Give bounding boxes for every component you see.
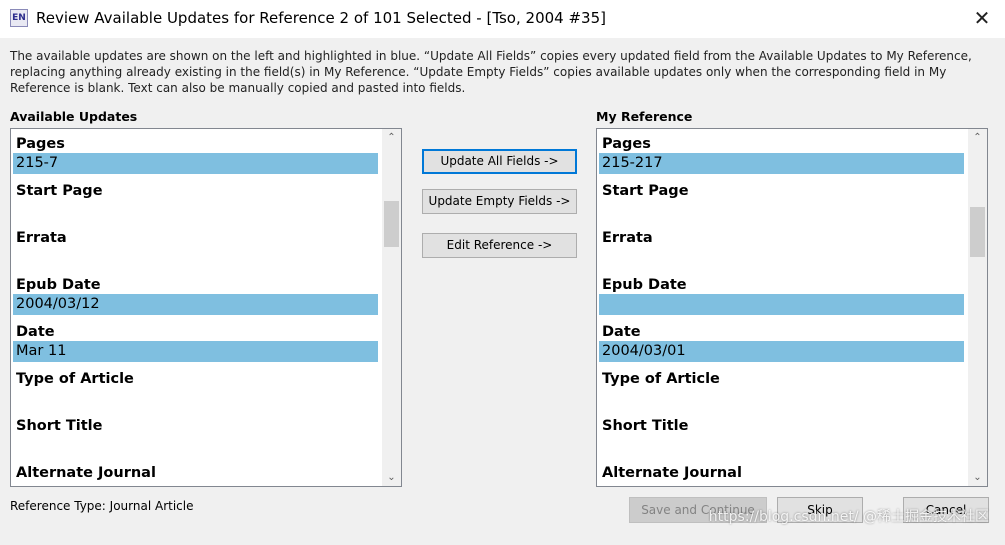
my-reference-fields: Pages 215-217 Start Page Errata Epub Date Dat… <box>599 131 964 486</box>
field-name: Pages <box>16 136 65 152</box>
scroll-up-icon[interactable]: ⌃ <box>382 129 401 146</box>
field-value[interactable] <box>599 200 964 221</box>
available-updates-label: Available Updates <box>10 109 138 124</box>
update-empty-fields-button[interactable]: Update Empty Fields -> <box>422 189 577 214</box>
field-name: Type of Article <box>16 371 134 387</box>
field-name: Pages <box>602 136 651 152</box>
field-name: Date <box>602 324 641 340</box>
scroll-down-icon[interactable]: ⌄ <box>968 469 987 486</box>
scroll-thumb[interactable] <box>970 207 985 257</box>
reference-type-label: Reference Type: Journal Article <box>10 499 194 513</box>
field-name: Epub Date <box>16 277 101 293</box>
my-reference-scrollbar[interactable]: ⌃ ⌄ <box>968 129 987 486</box>
field-name: Errata <box>602 230 653 246</box>
field-value[interactable]: 215-7 <box>13 153 378 174</box>
field-value[interactable] <box>599 482 964 486</box>
field-value[interactable]: 2004/03/01 <box>599 341 964 362</box>
field-value[interactable] <box>599 247 964 268</box>
available-scrollbar[interactable]: ⌃ ⌄ <box>382 129 401 486</box>
field-name: Alternate Journal <box>16 465 156 481</box>
scroll-up-icon[interactable]: ⌃ <box>968 129 987 146</box>
field-name: Type of Article <box>602 371 720 387</box>
field-value[interactable] <box>599 294 964 315</box>
field-value[interactable] <box>13 200 378 221</box>
close-icon[interactable]: ✕ <box>969 5 995 31</box>
edit-reference-button[interactable]: Edit Reference -> <box>422 233 577 258</box>
title-bar: EN Review Available Updates for Referenc… <box>0 0 1005 38</box>
field-name: Short Title <box>16 418 103 434</box>
scroll-thumb[interactable] <box>384 201 399 247</box>
window-title: Review Available Updates for Reference 2… <box>36 9 606 27</box>
field-name: Start Page <box>602 183 689 199</box>
field-name: Short Title <box>602 418 689 434</box>
available-fields: Pages 215-7 Start Page Errata Epub Date 2004/… <box>13 131 378 486</box>
instructions-text: The available updates are shown on the l… <box>10 49 972 95</box>
field-value[interactable] <box>13 388 378 409</box>
field-value[interactable] <box>13 435 378 456</box>
update-all-fields-button[interactable]: Update All Fields -> <box>422 149 577 174</box>
endnote-app-icon: EN <box>10 9 28 27</box>
my-reference-label: My Reference <box>596 109 693 124</box>
available-updates-list[interactable]: Pages 215-7 Start Page Errata Epub Date 2004/… <box>10 128 402 487</box>
field-value[interactable]: 215-217 <box>599 153 964 174</box>
field-value[interactable] <box>13 247 378 268</box>
field-name: Epub Date <box>602 277 687 293</box>
field-name: Date <box>16 324 55 340</box>
field-name: Errata <box>16 230 67 246</box>
watermark: https://blog.csdn.net/ @稀土掘金技术社区 <box>708 509 989 525</box>
field-value[interactable]: 2004/03/12 <box>13 294 378 315</box>
field-value[interactable] <box>599 435 964 456</box>
field-name: Start Page <box>16 183 103 199</box>
field-name: Alternate Journal <box>602 465 742 481</box>
my-reference-list[interactable]: Pages 215-217 Start Page Errata Epub Date Dat… <box>596 128 988 487</box>
field-value[interactable] <box>599 388 964 409</box>
field-value[interactable]: Mar 11 <box>13 341 378 362</box>
field-value[interactable] <box>13 482 378 486</box>
scroll-down-icon[interactable]: ⌄ <box>382 469 401 486</box>
